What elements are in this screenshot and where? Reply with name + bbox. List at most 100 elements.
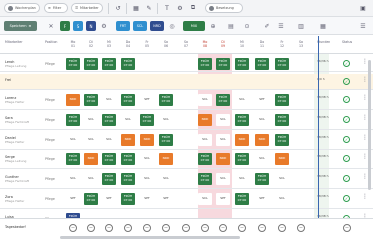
minus-circle-icon[interactable]: − xyxy=(87,224,95,232)
minus-circle-icon[interactable]: − xyxy=(297,224,305,232)
chip-frt[interactable]: FRT xyxy=(116,21,130,31)
shift-cell[interactable]: FRÜH 07:00 xyxy=(66,114,80,126)
shift-cell[interactable]: NRD xyxy=(66,94,80,106)
shift-cell[interactable]: NRD xyxy=(216,153,230,165)
shift-cell[interactable]: FRÜH 07:00 xyxy=(198,173,212,185)
minus-circle-icon[interactable]: − xyxy=(69,224,77,232)
shift-cell[interactable]: SPT xyxy=(140,94,154,106)
shift-cell[interactable]: SPT xyxy=(159,193,173,205)
pen-icon[interactable]: ✎ xyxy=(144,3,154,13)
print-icon[interactable]: ▥ xyxy=(296,21,306,31)
employee-name[interactable]: Zora Pflege Helfer xyxy=(5,195,24,203)
minus-circle-icon[interactable]: − xyxy=(162,224,170,232)
minus-circle-icon[interactable]: − xyxy=(182,224,190,232)
chip-nrd[interactable]: NRD xyxy=(150,21,164,31)
horizontal-scrollbar[interactable] xyxy=(60,236,240,239)
menu-icon[interactable]: ☰ xyxy=(358,21,368,31)
shift-cell[interactable]: NRD xyxy=(84,153,98,165)
shift-cell[interactable]: SCL xyxy=(159,173,173,185)
shift-cell[interactable]: SCL xyxy=(66,173,80,185)
copy-icon[interactable]: ⧉ xyxy=(188,3,198,13)
shift-cell[interactable]: FRÜH 07:00 xyxy=(255,58,269,70)
shift-cell[interactable]: FRÜH 07:00 xyxy=(275,58,289,70)
target-icon[interactable]: ◎ xyxy=(167,21,177,31)
chip-scl[interactable]: SCL xyxy=(133,21,147,31)
shift-cell[interactable]: FRÜH 07:00 xyxy=(102,173,116,185)
day-header[interactable]: Fr 05 xyxy=(140,40,154,48)
day-header[interactable]: Di 02 xyxy=(84,40,98,48)
shift-cell[interactable]: NRD xyxy=(121,134,135,146)
shift-cell[interactable]: FRÜH 07:00 xyxy=(216,58,230,70)
layout-icon[interactable]: ▣ xyxy=(358,3,368,13)
view-toggle-week[interactable]: Wochenplan xyxy=(4,3,40,13)
shift-cell[interactable]: FRÜH 07:00 xyxy=(198,153,212,165)
shift-cell[interactable]: FRÜH 07:00 xyxy=(235,193,249,205)
shift-cell[interactable]: SCL xyxy=(198,134,212,146)
day-header[interactable]: So 07 xyxy=(179,40,193,48)
shift-cell[interactable]: FRÜH 07:00 xyxy=(66,58,80,70)
table-icon[interactable]: ▦ xyxy=(318,21,328,31)
add-icon[interactable]: ⊕ xyxy=(208,21,218,31)
day-header[interactable]: Di 09 xyxy=(216,40,230,48)
shift-cell[interactable]: FRÜH 07:00 xyxy=(235,153,249,165)
shift-cell[interactable]: SCL xyxy=(235,173,249,185)
edit-icon[interactable]: ✐ xyxy=(262,21,272,31)
filter-button[interactable]: ≡ Filter xyxy=(44,3,68,13)
day-header[interactable]: Sa 13 xyxy=(294,40,308,48)
minus-circle-icon[interactable]: − xyxy=(343,224,351,232)
shift-cell[interactable]: FRÜH 07:00 xyxy=(235,58,249,70)
shift-cell[interactable]: FRÜH 07:00 xyxy=(121,58,135,70)
shift-cell[interactable]: SCL xyxy=(84,114,98,126)
day-header[interactable]: Mo 01 xyxy=(66,40,80,48)
shift-cell[interactable]: SCL xyxy=(140,153,154,165)
staffing-button[interactable]: Besetzung xyxy=(205,3,243,13)
minus-circle-icon[interactable]: − xyxy=(278,224,286,232)
vertical-scrollbar[interactable] xyxy=(368,60,371,190)
shift-cell[interactable]: SCL xyxy=(102,134,116,146)
shift-cell[interactable]: FRÜH 07:00 xyxy=(121,153,135,165)
employees-button[interactable]: ☰ Mitarbeiter xyxy=(71,3,103,13)
shift-cell[interactable]: FRÜH 07:00 xyxy=(121,94,135,106)
shift-cell[interactable]: SCL xyxy=(275,173,289,185)
shift-cell[interactable]: SCL xyxy=(84,134,98,146)
minus-circle-icon[interactable]: − xyxy=(201,224,209,232)
shift-cell[interactable]: SCL xyxy=(235,94,249,106)
shift-cell[interactable]: SPT xyxy=(66,193,80,205)
shift-cell[interactable]: SCL xyxy=(84,173,98,185)
shift-cell[interactable]: SCL xyxy=(102,94,116,106)
minus-circle-icon[interactable]: − xyxy=(238,224,246,232)
chip-mix[interactable]: MIX xyxy=(183,21,205,31)
shift-cell[interactable]: SCL xyxy=(159,114,173,126)
employee-name[interactable]: Sara Pflege Fachkraft xyxy=(5,116,29,124)
shift-cell[interactable]: NRD xyxy=(159,153,173,165)
shift-cell[interactable]: SCL xyxy=(216,134,230,146)
minus-circle-icon[interactable]: − xyxy=(258,224,266,232)
shift-cell[interactable]: NRD xyxy=(140,134,154,146)
shift-cell[interactable]: NRD xyxy=(275,153,289,165)
shift-cell[interactable]: SPT xyxy=(216,193,230,205)
shift-cell[interactable]: SCL xyxy=(275,193,289,205)
shift-cell[interactable]: SCL xyxy=(216,114,230,126)
shift-s-button[interactable]: S xyxy=(73,21,83,31)
list-icon[interactable]: ☰ xyxy=(276,21,286,31)
alert-icon[interactable]: ⊙ xyxy=(242,21,252,31)
gear-icon[interactable]: ⚙ xyxy=(99,21,109,31)
shift-cell[interactable]: FRÜH 07:00 xyxy=(84,193,98,205)
shift-cell[interactable]: FRÜH 07:00 xyxy=(84,94,98,106)
shift-cell[interactable]: FRÜH 07:00 xyxy=(255,173,269,185)
shift-cell[interactable]: FRÜH 07:00 xyxy=(102,114,116,126)
shift-cell[interactable]: SPT xyxy=(255,193,269,205)
shift-cell[interactable]: NRD xyxy=(235,134,249,146)
minus-circle-icon[interactable]: − xyxy=(105,224,113,232)
text-icon[interactable]: T xyxy=(162,3,172,13)
shift-cell[interactable]: FRÜH 07:00 xyxy=(102,153,116,165)
employee-name[interactable]: Frei xyxy=(5,78,11,82)
shift-cell[interactable]: FRÜH 07:00 xyxy=(275,134,289,146)
shift-cell[interactable]: FRÜH 07:00 xyxy=(121,173,135,185)
day-header[interactable]: Fr 12 xyxy=(275,40,289,48)
shift-cell[interactable]: SCL xyxy=(198,94,212,106)
employee-name[interactable]: Lorenz Pflege Helfer xyxy=(5,96,24,104)
day-header[interactable]: Do 11 xyxy=(255,40,269,48)
day-header[interactable]: Mi 03 xyxy=(102,40,116,48)
shift-cell[interactable]: FRÜH 07:00 xyxy=(140,114,154,126)
